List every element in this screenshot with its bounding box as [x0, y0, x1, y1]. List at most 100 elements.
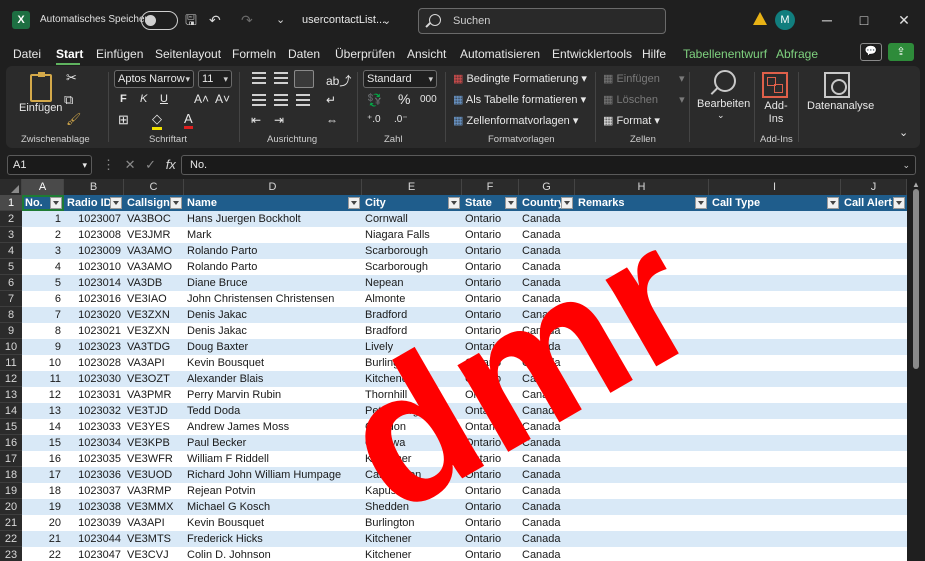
filter-dropdown-icon[interactable] — [695, 197, 707, 209]
table-cell[interactable]: Ontario — [462, 339, 519, 355]
row-header-14[interactable]: 14 — [0, 403, 22, 419]
tab-ansicht[interactable]: Ansicht — [407, 47, 446, 61]
table-cell[interactable]: Almonte — [362, 291, 462, 307]
table-cell[interactable]: Canada — [519, 243, 575, 259]
filename-chevron-icon[interactable]: ⌄ — [382, 12, 391, 30]
table-cell[interactable]: Canada — [519, 403, 575, 419]
table-cell[interactable] — [841, 467, 907, 483]
table-cell[interactable]: VE3OZT — [124, 371, 184, 387]
column-header-i[interactable]: I — [709, 179, 841, 195]
warning-icon[interactable] — [753, 12, 767, 25]
table-cell[interactable]: Ontario — [462, 419, 519, 435]
table-cell[interactable] — [709, 275, 841, 291]
table-cell[interactable]: 1023047 — [64, 547, 124, 561]
row-header-9[interactable]: 9 — [0, 323, 22, 339]
table-cell[interactable] — [575, 243, 709, 259]
table-cell[interactable]: Canada — [519, 483, 575, 499]
table-cell[interactable] — [575, 323, 709, 339]
table-cell[interactable]: Perry Marvin Rubin — [184, 387, 362, 403]
insert-function-button[interactable]: fx — [166, 157, 176, 172]
column-title[interactable]: Remarks — [575, 195, 695, 211]
table-cell[interactable]: Burlington — [362, 355, 462, 371]
table-cell[interactable] — [709, 243, 841, 259]
table-cell[interactable]: Paul Becker — [184, 435, 362, 451]
table-cell[interactable]: Ontario — [462, 435, 519, 451]
copy-icon[interactable]: ⧉ — [64, 92, 73, 108]
table-cell[interactable]: VE3UOD — [124, 467, 184, 483]
table-cell[interactable]: Canada — [519, 227, 575, 243]
table-cell[interactable]: William F Riddell — [184, 451, 362, 467]
table-cell[interactable] — [709, 547, 841, 561]
column-title[interactable]: Radio ID — [64, 195, 110, 211]
table-cell[interactable] — [575, 547, 709, 561]
table-cell[interactable]: Ontario — [462, 275, 519, 291]
table-cell[interactable]: Canada — [519, 211, 575, 227]
thousands-separator-button[interactable]: 000 — [420, 94, 437, 105]
row-header-12[interactable]: 12 — [0, 371, 22, 387]
table-cell[interactable] — [841, 307, 907, 323]
filter-dropdown-icon[interactable] — [827, 197, 839, 209]
table-cell[interactable] — [709, 259, 841, 275]
row-header-4[interactable]: 4 — [0, 243, 22, 259]
table-cell[interactable]: VE3YES — [124, 419, 184, 435]
table-cell[interactable]: VE3WFR — [124, 451, 184, 467]
column-title[interactable]: State — [462, 195, 505, 211]
align-center-icon[interactable] — [274, 94, 288, 106]
table-cell[interactable]: Ontario — [462, 403, 519, 419]
table-cell[interactable]: Oshawa — [362, 435, 462, 451]
name-box[interactable]: A1 ▾ — [7, 155, 92, 175]
table-cell[interactable] — [575, 211, 709, 227]
table-cell[interactable]: 1 — [22, 211, 64, 227]
paste-button[interactable]: Einfügen — [19, 102, 62, 114]
table-cell[interactable]: VE3MMX — [124, 499, 184, 515]
font-name-select[interactable]: Aptos Narrow ▾ — [114, 70, 194, 88]
table-cell[interactable]: Ontario — [462, 291, 519, 307]
table-cell[interactable]: 1023014 — [64, 275, 124, 291]
table-cell[interactable] — [841, 323, 907, 339]
orientation-icon[interactable]: ab⤴ — [326, 72, 351, 89]
autosave-toggle[interactable] — [141, 11, 178, 30]
table-cell[interactable] — [709, 307, 841, 323]
table-cell[interactable] — [841, 387, 907, 403]
tab-seitenlayout[interactable]: Seitenlayout — [155, 47, 221, 61]
column-title[interactable]: Call Type — [709, 195, 827, 211]
table-cell[interactable]: Mark — [184, 227, 362, 243]
table-cell[interactable]: 20 — [22, 515, 64, 531]
wrap-text-icon[interactable]: ↵ — [326, 93, 336, 107]
table-cell[interactable] — [841, 243, 907, 259]
table-cell[interactable]: 1023008 — [64, 227, 124, 243]
table-cell[interactable] — [841, 483, 907, 499]
table-cell[interactable]: 19 — [22, 499, 64, 515]
shrink-font-button[interactable]: A˅ — [215, 92, 230, 106]
row-header-21[interactable]: 21 — [0, 515, 22, 531]
table-cell[interactable]: 1023009 — [64, 243, 124, 259]
table-cell[interactable]: 13 — [22, 403, 64, 419]
table-cell[interactable]: VE3JMR — [124, 227, 184, 243]
table-cell[interactable] — [575, 403, 709, 419]
row-header-5[interactable]: 5 — [0, 259, 22, 275]
row-header-16[interactable]: 16 — [0, 435, 22, 451]
table-cell[interactable]: Canada — [519, 547, 575, 561]
table-cell[interactable]: VA3DB — [124, 275, 184, 291]
format-cells-button[interactable]: ▦ Format ▾ — [603, 114, 660, 127]
column-header-j[interactable]: J — [841, 179, 907, 195]
table-cell[interactable] — [575, 275, 709, 291]
table-cell[interactable]: Ontario — [462, 483, 519, 499]
table-cell[interactable] — [575, 435, 709, 451]
italic-button[interactable]: K — [140, 93, 147, 105]
table-cell[interactable] — [709, 403, 841, 419]
more-options-icon[interactable]: ⋮ — [102, 157, 115, 172]
table-cell[interactable] — [841, 227, 907, 243]
column-header-b[interactable]: B — [64, 179, 124, 195]
table-cell[interactable] — [841, 419, 907, 435]
table-cell[interactable]: Colin D. Johnson — [184, 547, 362, 561]
table-cell[interactable]: Michael G Kosch — [184, 499, 362, 515]
delete-cells-button[interactable]: ▦ Löschen ▾ — [603, 93, 685, 106]
table-cell[interactable]: 1023039 — [64, 515, 124, 531]
table-cell[interactable]: Canada — [519, 419, 575, 435]
borders-icon[interactable]: ⊞ — [118, 112, 129, 128]
table-cell[interactable] — [709, 371, 841, 387]
table-cell[interactable] — [709, 515, 841, 531]
row-header-7[interactable]: 7 — [0, 291, 22, 307]
table-cell[interactable] — [575, 291, 709, 307]
